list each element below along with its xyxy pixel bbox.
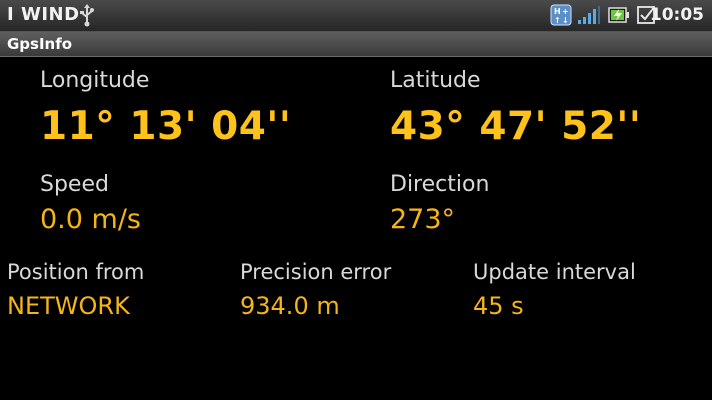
latitude-value: 43° 47' 52'' bbox=[390, 104, 642, 149]
screen: I WIND H + ↑ ↓ 10:05 GpsInfo Longitude 1… bbox=[0, 0, 712, 400]
title-bar: GpsInfo bbox=[0, 32, 712, 57]
precision-error-label: Precision error bbox=[240, 260, 392, 284]
update-interval-value: 45 s bbox=[473, 292, 524, 320]
sim-toolkit-icon: H + ↑ ↓ bbox=[550, 4, 572, 30]
svg-text:+: + bbox=[562, 7, 569, 16]
direction-value: 273° bbox=[390, 204, 456, 235]
precision-error-value: 934.0 m bbox=[240, 292, 340, 320]
speed-value: 0.0 m/s bbox=[40, 204, 141, 235]
longitude-label: Longitude bbox=[40, 68, 150, 93]
longitude-value: 11° 13' 04'' bbox=[40, 104, 292, 149]
latitude-label: Latitude bbox=[390, 68, 481, 93]
update-interval-label: Update interval bbox=[473, 260, 636, 284]
status-bar[interactable]: I WIND H + ↑ ↓ 10:05 bbox=[0, 0, 712, 32]
position-from-label: Position from bbox=[7, 260, 145, 284]
clock: 10:05 bbox=[649, 5, 704, 25]
speed-label: Speed bbox=[40, 172, 109, 197]
direction-label: Direction bbox=[390, 172, 490, 197]
position-from-value: NETWORK bbox=[7, 292, 130, 320]
svg-text:H: H bbox=[554, 7, 561, 16]
svg-text:↓: ↓ bbox=[562, 16, 569, 25]
signal-icon bbox=[577, 5, 601, 29]
battery-charging-icon bbox=[608, 6, 630, 28]
app-title: GpsInfo bbox=[7, 35, 73, 53]
carrier-name: I WIND bbox=[7, 4, 80, 25]
usb-icon bbox=[78, 3, 96, 31]
svg-text:↑: ↑ bbox=[554, 16, 561, 25]
